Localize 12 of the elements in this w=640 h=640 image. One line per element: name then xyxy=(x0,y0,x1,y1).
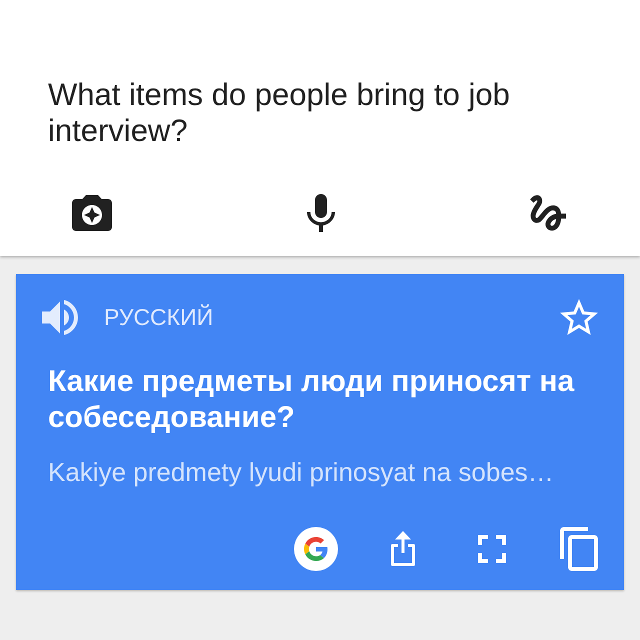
google-logo-icon[interactable] xyxy=(294,527,338,571)
speaker-icon[interactable] xyxy=(42,300,78,334)
translation-text: Какие предметы люди приносят на собеседование? xyxy=(48,364,576,436)
transliteration-text: Kakiye predmety lyudi prinosyat na sobes… xyxy=(48,458,555,486)
microphone-icon[interactable] xyxy=(307,194,335,232)
copy-icon[interactable] xyxy=(560,527,598,571)
language-label: РУССКИЙ xyxy=(104,304,214,330)
star-icon[interactable] xyxy=(560,299,598,335)
squiggle-icon[interactable] xyxy=(530,195,566,231)
share-icon[interactable] xyxy=(388,531,418,567)
camera-icon[interactable] xyxy=(72,195,112,231)
fullscreen-icon[interactable] xyxy=(478,535,506,563)
